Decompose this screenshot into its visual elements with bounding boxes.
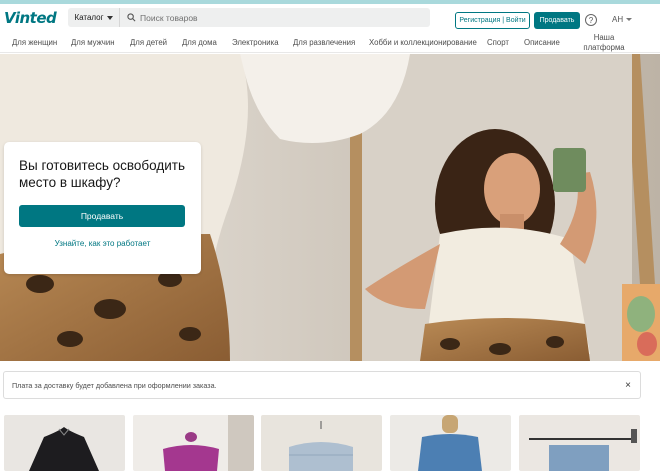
help-icon[interactable]: ? (585, 14, 597, 26)
sell-prompt-card: Вы готовитесь освободить место в шкафу? … (4, 142, 201, 274)
vinted-logo[interactable]: Vinted (4, 9, 66, 27)
item-card-purple-top[interactable] (133, 415, 254, 471)
close-icon[interactable]: × (625, 380, 631, 391)
nav-item-about[interactable]: Описание (524, 38, 560, 47)
nav-item-home[interactable]: Для дома (182, 38, 217, 47)
catalog-label: Каталог (74, 13, 104, 22)
chevron-down-icon (626, 18, 633, 21)
hero-sell-button[interactable]: Продавать (19, 205, 185, 227)
nav-item-electronics[interactable]: Электроника (232, 38, 279, 47)
category-nav: Для женщин Для мужчин Для детей Для дома… (0, 31, 660, 53)
item-card-light-blue-sweater[interactable] (261, 415, 382, 471)
language-selector[interactable]: AH (612, 15, 633, 24)
item-grid (4, 415, 660, 471)
register-login-button[interactable]: Регистрация | Войти (455, 12, 530, 29)
language-label: AH (612, 15, 624, 24)
search-icon (124, 8, 138, 27)
hero-banner: Вы готовитесь освободить место в шкафу? … (0, 54, 660, 361)
nav-item-women[interactable]: Для женщин (12, 38, 57, 47)
item-card-blue-knit-vest[interactable] (390, 415, 511, 471)
shipping-notice: Плата за доставку будет добавлена при оф… (3, 371, 641, 399)
chevron-down-icon (106, 15, 113, 20)
nav-item-sport[interactable]: Спорт (487, 38, 509, 47)
nav-item-kids[interactable]: Для детей (130, 38, 167, 47)
item-card-black-coat[interactable] (4, 415, 125, 471)
hero-title: Вы готовитесь освободить место в шкафу? (19, 158, 185, 190)
nav-item-platform[interactable]: Наша платформа (583, 33, 625, 53)
notice-text: Плата за доставку будет добавлена при оф… (12, 380, 217, 390)
nav-item-men[interactable]: Для мужчин (71, 38, 115, 47)
item-card-denim-on-rack[interactable] (519, 415, 640, 471)
catalog-dropdown[interactable]: Каталог (68, 8, 120, 27)
search-bar: Каталог (68, 8, 430, 27)
how-it-works-link[interactable]: Узнайте, как это работает (19, 239, 186, 248)
sell-button[interactable]: Продавать (534, 12, 580, 29)
header: Vinted Каталог Регистрация | Войти Прода… (0, 4, 660, 31)
nav-item-entertainment[interactable]: Для развлечения (293, 38, 355, 47)
search-input[interactable] (138, 9, 418, 26)
nav-item-hobbies[interactable]: Хобби и коллекционирование (369, 38, 477, 47)
